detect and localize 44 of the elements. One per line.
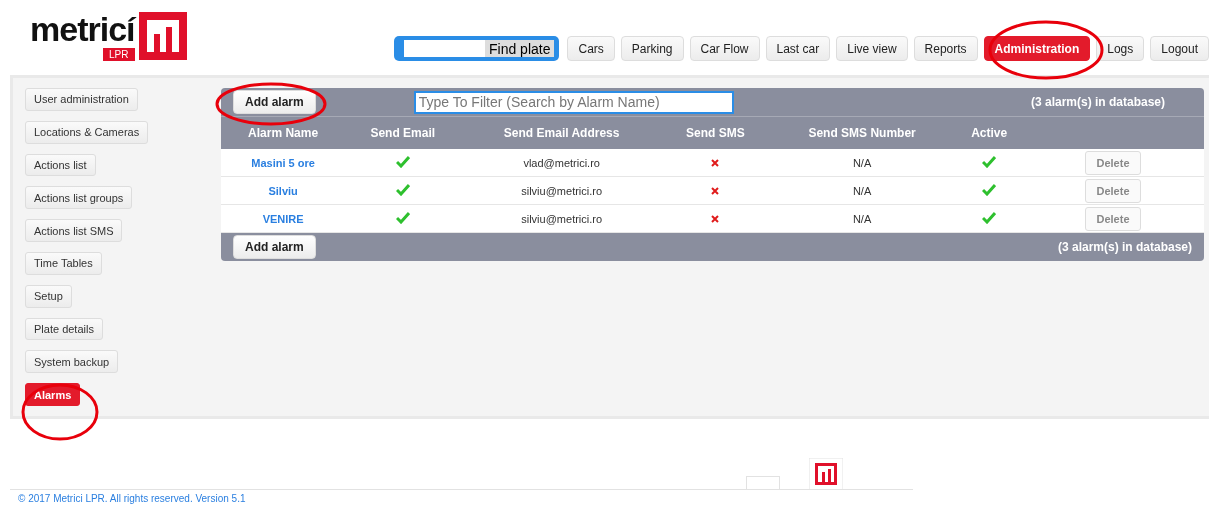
column-header: Active — [956, 116, 1022, 149]
table-cell: silviu@metrici.ro — [460, 176, 664, 205]
sidebar-item[interactable]: Plate details — [25, 317, 103, 341]
column-header: Send Email — [345, 116, 461, 149]
add-alarm-button[interactable]: Add alarm — [233, 90, 316, 114]
find-plate-button[interactable]: Find plate — [485, 40, 555, 57]
column-header: Send SMS Number — [767, 116, 957, 149]
nav-button[interactable]: Administration — [983, 36, 1091, 61]
sidebar-item[interactable]: Setup — [25, 284, 72, 308]
nav-button[interactable]: Logs — [1096, 36, 1145, 61]
alarm-name-link[interactable]: VENIRE — [262, 212, 304, 225]
sidebar-item[interactable]: Actions list SMS — [25, 219, 123, 242]
sidebar-item[interactable]: System backup — [25, 350, 119, 374]
filter-field[interactable]: Type To Filter (Search by Alarm Name) — [413, 90, 734, 114]
nav-button[interactable]: Reports — [913, 36, 978, 61]
table-cell: silviu@metrici.ro — [460, 204, 664, 233]
column-header: Send SMS — [663, 116, 768, 149]
table-cell: N/A — [767, 149, 957, 177]
alarm-name-link[interactable]: Masini 5 ore — [251, 156, 315, 169]
sidebar-item[interactable]: Actions list groups — [25, 186, 133, 210]
table-cell: N/A — [767, 176, 957, 205]
logo-badge: LPR — [103, 48, 135, 61]
column-header: Send Email Address — [460, 116, 664, 149]
nav-button[interactable]: Logout — [1150, 36, 1209, 61]
alarm-count: (3 alarm(s) in database) — [1030, 95, 1166, 109]
nav-button[interactable]: Parking — [620, 36, 684, 61]
nav-button[interactable]: Live view — [836, 36, 908, 61]
logo-icon — [138, 12, 187, 60]
sidebar-item[interactable]: Locations & Cameras — [25, 120, 149, 144]
nav-button[interactable]: Last car — [765, 36, 831, 61]
copyright-text: © 2017 Metrici LPR. All rights reserved. Version 5.1 — [18, 493, 246, 504]
sidebar-item[interactable]: Actions list — [25, 153, 96, 177]
add-alarm-button[interactable]: Add alarm — [233, 235, 316, 259]
plate-search-field[interactable]: Find plate — [394, 36, 560, 61]
nav-button[interactable]: Car Flow — [689, 36, 760, 61]
nav-button[interactable]: Cars — [567, 36, 615, 61]
column-header: Alarm Name — [221, 116, 346, 149]
logo-wordmark: metricí — [30, 12, 135, 46]
table-cell: vlad@metrici.ro — [460, 149, 664, 177]
sidebar-item[interactable]: Time Tables — [25, 252, 102, 275]
table-cell: N/A — [767, 204, 957, 233]
sidebar-item[interactable]: User administration — [25, 88, 138, 111]
alarm-count: (3 alarm(s) in database) — [1057, 240, 1192, 254]
alarm-name-link[interactable]: Silviu — [268, 184, 298, 197]
